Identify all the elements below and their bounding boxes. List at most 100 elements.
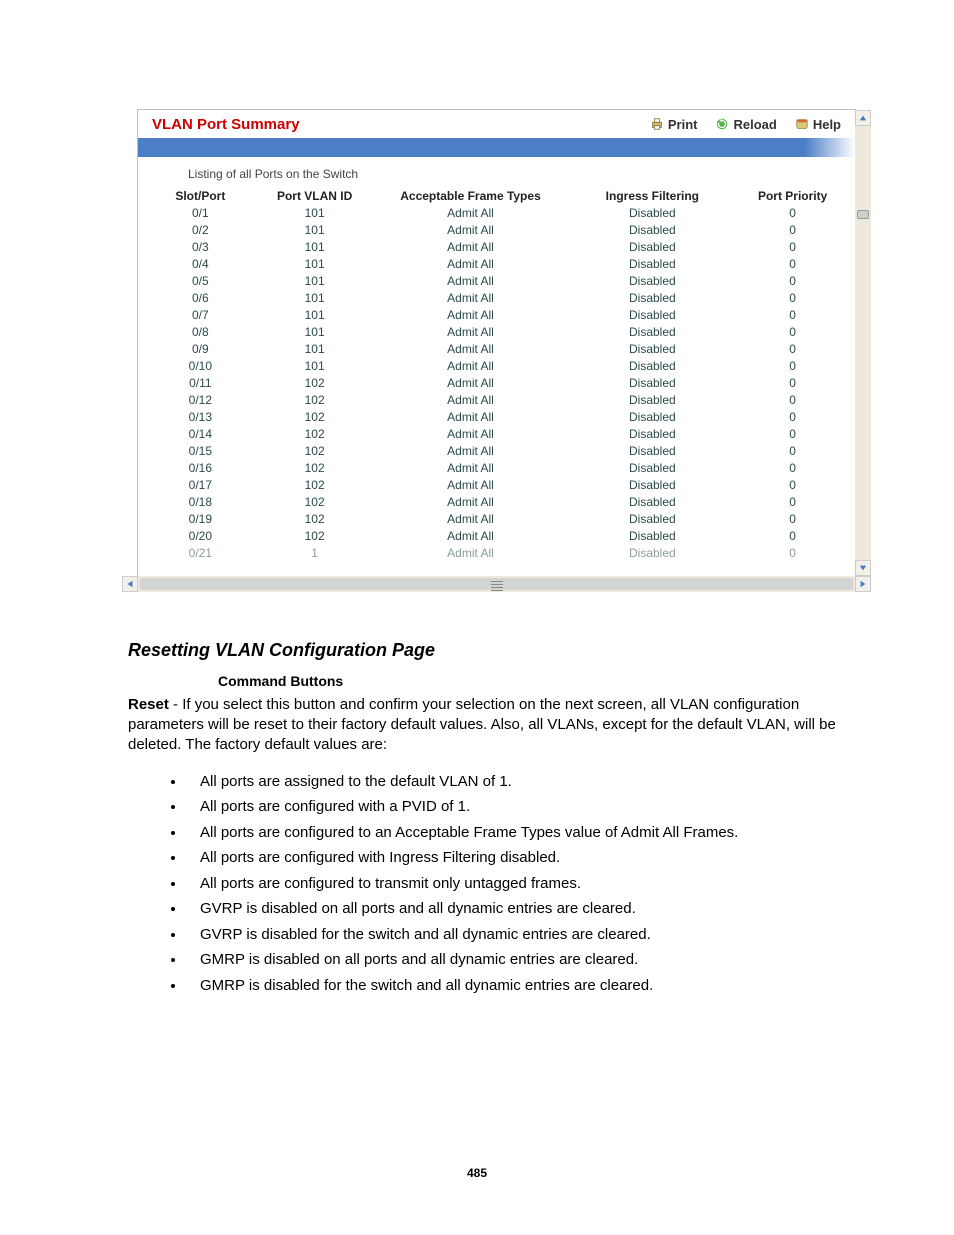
document-body: Resetting VLAN Configuration Page Comman… (128, 640, 838, 998)
print-label: Print (668, 117, 698, 132)
table-row: 0/18102Admit AllDisabled0 (138, 494, 855, 511)
list-item: All ports are configured with Ingress Fi… (186, 845, 838, 871)
table-row: 0/16102Admit AllDisabled0 (138, 460, 855, 477)
cell-priority: 0 (730, 375, 855, 392)
table-row: 0/14102Admit AllDisabled0 (138, 426, 855, 443)
horizontal-scrollbar[interactable] (122, 576, 871, 592)
cell-ingress: Disabled (574, 528, 730, 545)
table-row: 0/17102Admit AllDisabled0 (138, 477, 855, 494)
cell-slot: 0/12 (138, 392, 263, 409)
table-row: 0/6101Admit AllDisabled0 (138, 290, 855, 307)
cell-pvid: 102 (263, 494, 367, 511)
bullet-list: All ports are assigned to the default VL… (128, 769, 838, 999)
cell-ingress: Disabled (574, 477, 730, 494)
cell-ingress: Disabled (574, 256, 730, 273)
cell-priority: 0 (730, 511, 855, 528)
cell-ingress: Disabled (574, 494, 730, 511)
cell-slot: 0/4 (138, 256, 263, 273)
cell-frames: Admit All (367, 222, 575, 239)
table-row: 0/7101Admit AllDisabled0 (138, 307, 855, 324)
table-row: 0/1101Admit AllDisabled0 (138, 205, 855, 222)
cell-slot: 0/17 (138, 477, 263, 494)
cell-pvid: 1 (263, 545, 367, 562)
reset-keyword: Reset (128, 696, 169, 713)
cell-slot: 0/6 (138, 290, 263, 307)
cell-ingress: Disabled (574, 239, 730, 256)
cell-priority: 0 (730, 443, 855, 460)
cell-ingress: Disabled (574, 222, 730, 239)
cell-frames: Admit All (367, 273, 575, 290)
col-priority: Port Priority (730, 187, 855, 205)
cell-frames: Admit All (367, 426, 575, 443)
cell-ingress: Disabled (574, 307, 730, 324)
toolbar: Print Reload Help (650, 117, 841, 132)
col-frames: Acceptable Frame Types (367, 187, 575, 205)
scroll-grip-icon (491, 581, 503, 591)
cell-frames: Admit All (367, 545, 575, 562)
cell-pvid: 102 (263, 443, 367, 460)
cell-priority: 0 (730, 307, 855, 324)
list-item: All ports are configured with a PVID of … (186, 794, 838, 820)
cell-slot: 0/11 (138, 375, 263, 392)
help-button[interactable]: Help (795, 117, 841, 132)
cell-pvid: 101 (263, 324, 367, 341)
cell-pvid: 101 (263, 205, 367, 222)
cell-priority: 0 (730, 239, 855, 256)
cell-pvid: 101 (263, 341, 367, 358)
cell-frames: Admit All (367, 256, 575, 273)
cell-frames: Admit All (367, 307, 575, 324)
content-panel: VLAN Port Summary Print (137, 109, 856, 577)
cell-priority: 0 (730, 358, 855, 375)
table-row: 0/4101Admit AllDisabled0 (138, 256, 855, 273)
cell-ingress: Disabled (574, 511, 730, 528)
scroll-up-button[interactable] (855, 110, 871, 126)
cell-priority: 0 (730, 494, 855, 511)
scroll-down-button[interactable] (855, 560, 871, 576)
vertical-scrollbar[interactable] (855, 110, 871, 576)
cell-pvid: 101 (263, 256, 367, 273)
table-row: 0/13102Admit AllDisabled0 (138, 409, 855, 426)
reload-button[interactable]: Reload (715, 117, 776, 132)
table-caption: Listing of all Ports on the Switch (138, 165, 855, 187)
vscroll-thumb[interactable] (857, 210, 869, 219)
cell-ingress: Disabled (574, 460, 730, 477)
table-row: 0/5101Admit AllDisabled0 (138, 273, 855, 290)
table-row: 0/11102Admit AllDisabled0 (138, 375, 855, 392)
list-item: GVRP is disabled for the switch and all … (186, 922, 838, 948)
cell-slot: 0/21 (138, 545, 263, 562)
table-row: 0/3101Admit AllDisabled0 (138, 239, 855, 256)
paragraph: Reset - If you select this button and co… (128, 695, 838, 755)
cell-slot: 0/10 (138, 358, 263, 375)
cell-slot: 0/2 (138, 222, 263, 239)
cell-frames: Admit All (367, 239, 575, 256)
cell-pvid: 102 (263, 528, 367, 545)
print-button[interactable]: Print (650, 117, 698, 132)
scroll-right-button[interactable] (855, 576, 871, 592)
cell-frames: Admit All (367, 290, 575, 307)
table-row: 0/15102Admit AllDisabled0 (138, 443, 855, 460)
cell-pvid: 102 (263, 375, 367, 392)
table-row: 0/19102Admit AllDisabled0 (138, 511, 855, 528)
section-heading: Resetting VLAN Configuration Page (128, 640, 838, 661)
table-row: 0/8101Admit AllDisabled0 (138, 324, 855, 341)
col-ingress: Ingress Filtering (574, 187, 730, 205)
scroll-left-button[interactable] (122, 576, 138, 592)
cell-ingress: Disabled (574, 273, 730, 290)
cell-ingress: Disabled (574, 409, 730, 426)
cell-ingress: Disabled (574, 290, 730, 307)
cell-slot: 0/14 (138, 426, 263, 443)
help-label: Help (813, 117, 841, 132)
cell-slot: 0/1 (138, 205, 263, 222)
list-item: GMRP is disabled for the switch and all … (186, 973, 838, 999)
cell-ingress: Disabled (574, 358, 730, 375)
cell-priority: 0 (730, 290, 855, 307)
cell-ingress: Disabled (574, 426, 730, 443)
cell-pvid: 102 (263, 392, 367, 409)
reload-icon (715, 117, 729, 131)
cell-pvid: 101 (263, 290, 367, 307)
cell-priority: 0 (730, 222, 855, 239)
table-row: 0/10101Admit AllDisabled0 (138, 358, 855, 375)
cell-priority: 0 (730, 528, 855, 545)
cell-priority: 0 (730, 409, 855, 426)
hscroll-thumb[interactable] (140, 578, 853, 590)
